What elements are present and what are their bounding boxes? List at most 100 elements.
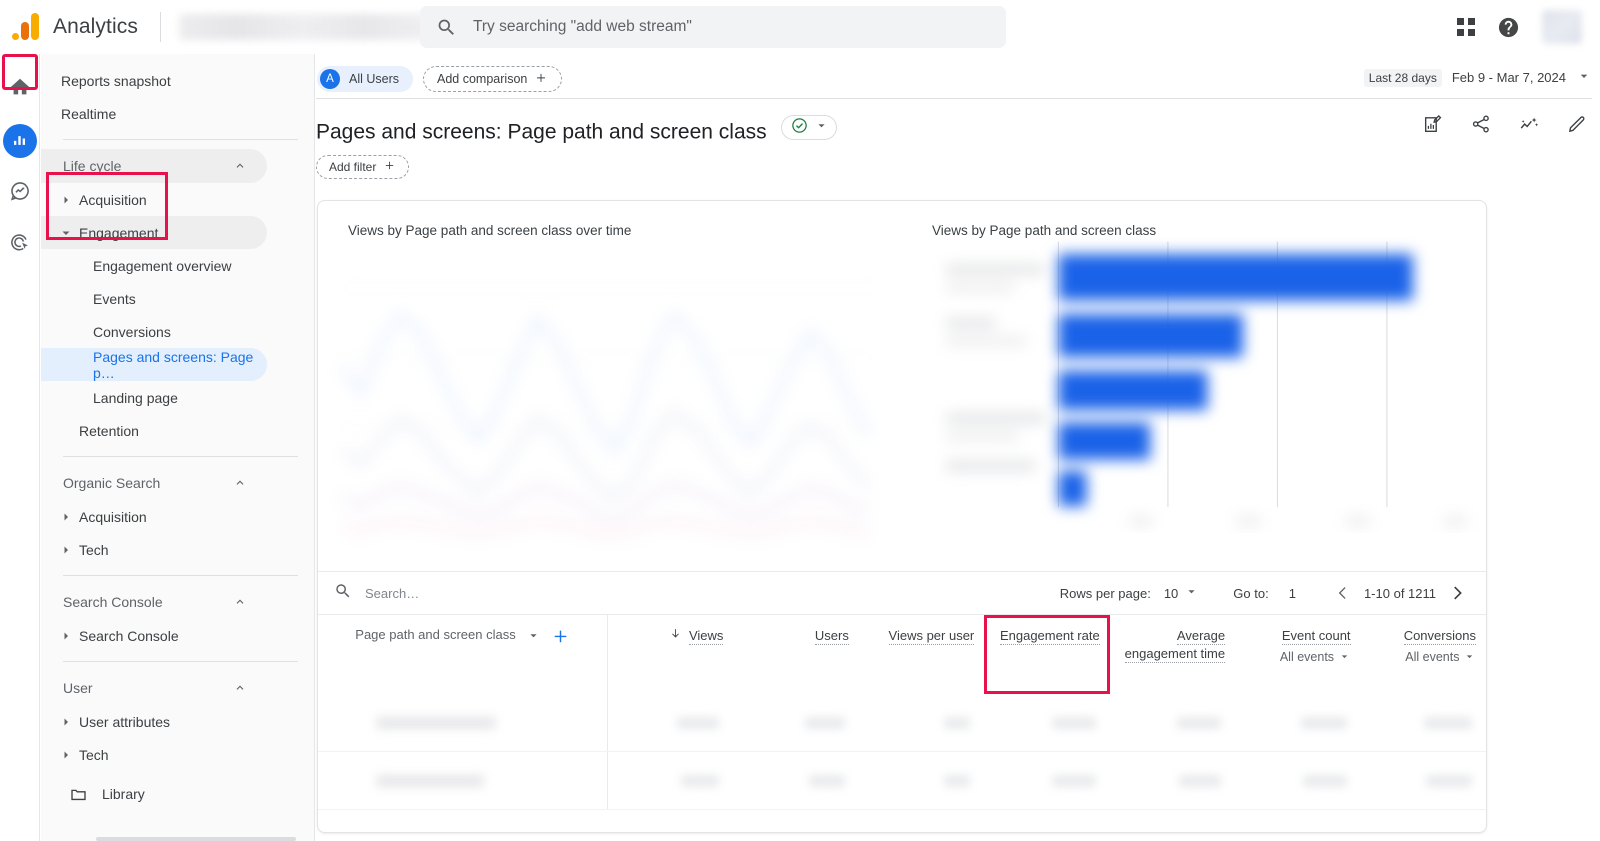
sidebar-group-label: Search Console [63, 594, 163, 610]
event-count-filter[interactable]: All events [1235, 648, 1350, 666]
rail-item-home[interactable] [3, 72, 37, 106]
page-range-text: 1-10 of 1211 [1364, 586, 1436, 601]
bar-chart-panel: Views by Page path and screen class [902, 201, 1486, 571]
bar-chart[interactable] [902, 223, 1486, 533]
sidebar-item-acquisition-lifecycle[interactable]: Acquisition [41, 183, 267, 216]
sidebar-item-reports-snapshot[interactable]: Reports snapshot [41, 64, 314, 97]
report-actions [1422, 113, 1588, 135]
global-search-input[interactable] [471, 17, 990, 37]
column-label: Views [689, 628, 723, 645]
cell-event-count [1235, 752, 1360, 809]
column-header-views-per-user[interactable]: Views per user [859, 615, 984, 694]
search-icon [436, 17, 457, 38]
sidebar-item-search-console[interactable]: Search Console [41, 619, 267, 652]
row-metrics [608, 752, 1486, 809]
property-selector[interactable] [179, 14, 437, 40]
add-dimension-button[interactable] [551, 627, 570, 647]
sidebar-item-conversions[interactable]: Conversions [41, 315, 267, 348]
sidebar-item-label: Events [93, 291, 136, 307]
table-search-input[interactable] [363, 585, 623, 602]
divider [63, 456, 298, 457]
table-toolbar: Rows per page: 10 Go to: 1 [318, 571, 1486, 614]
insights-icon[interactable] [1518, 113, 1540, 135]
global-search[interactable] [420, 6, 1006, 48]
help-circle-icon[interactable] [1497, 16, 1520, 39]
sidebar-item-label: User attributes [79, 714, 170, 730]
conversions-filter[interactable]: All events [1361, 648, 1476, 666]
comparison-bar: A All Users Add comparison Last 28 days … [316, 54, 1600, 98]
cell-users [733, 752, 858, 809]
customize-report-icon[interactable] [1422, 113, 1444, 135]
rail-item-reports[interactable] [3, 124, 37, 158]
chevron-right-icon[interactable] [1444, 580, 1470, 606]
sidebar-group-life-cycle[interactable]: Life cycle [41, 149, 267, 183]
cell-views [608, 694, 733, 751]
sidebar-item-engagement-overview[interactable]: Engagement overview [41, 249, 267, 282]
apps-grid-icon[interactable] [1457, 18, 1475, 36]
sidebar-item-user-attributes[interactable]: User attributes [41, 705, 267, 738]
sidebar-scrollbar[interactable] [96, 837, 296, 841]
cell-event-count [1235, 694, 1360, 751]
table-row[interactable] [318, 752, 1486, 810]
column-header-conversions[interactable]: Conversions All events [1361, 615, 1486, 694]
sidebar-item-tech-organic[interactable]: Tech [41, 533, 267, 566]
folder-icon [69, 785, 88, 804]
cell-avg-engagement-time [1110, 694, 1235, 751]
rail-item-explore[interactable] [3, 176, 37, 210]
line-chart-panel: Views by Page path and screen class over… [318, 201, 902, 571]
cell-views [608, 752, 733, 809]
page-title: Pages and screens: Page path and screen … [316, 121, 767, 144]
chevron-right-icon [55, 630, 77, 642]
sidebar-group-user[interactable]: User [41, 671, 267, 705]
sidebar-item-events[interactable]: Events [41, 282, 267, 315]
table-row[interactable] [318, 694, 1486, 752]
row-dimension-value [376, 717, 496, 729]
table-search[interactable] [334, 582, 623, 605]
sidebar-item-realtime[interactable]: Realtime [41, 97, 314, 130]
chevron-right-icon [55, 511, 77, 523]
add-filter-label: Add filter [329, 160, 376, 174]
metric-columns: Views Users Views per user Engagement ra… [608, 615, 1486, 694]
sidebar-group-label: Organic Search [63, 475, 160, 491]
audience-chip-all-users[interactable]: A All Users [317, 66, 413, 92]
dimension-label[interactable]: Page path and screen class [355, 627, 515, 642]
sidebar-group-organic-search[interactable]: Organic Search [41, 466, 267, 500]
share-icon[interactable] [1470, 113, 1492, 135]
sidebar-item-retention[interactable]: Retention [41, 414, 267, 447]
sidebar-item-label: Landing page [93, 390, 178, 406]
date-range-selector[interactable]: Last 28 days Feb 9 - Mar 7, 2024 [1364, 68, 1592, 87]
sidebar-item-landing-page[interactable]: Landing page [41, 381, 267, 414]
column-header-engagement-rate[interactable]: Engagement rate [984, 615, 1109, 694]
sidebar-item-label: Realtime [61, 106, 116, 122]
sidebar-item-library[interactable]: Library [41, 777, 315, 811]
column-header-views[interactable]: Views [608, 615, 733, 694]
sidebar-item-acquisition-organic[interactable]: Acquisition [41, 500, 267, 533]
line-chart[interactable] [318, 239, 902, 564]
column-label: Conversions [1404, 628, 1476, 645]
report-status-badge[interactable] [781, 115, 837, 140]
edit-pencil-icon[interactable] [1566, 113, 1588, 135]
chevron-down-icon[interactable] [526, 627, 541, 648]
avatar[interactable] [1542, 10, 1582, 44]
rail-item-advertising[interactable] [3, 228, 37, 262]
chevron-down-icon [814, 118, 829, 138]
chevron-right-icon [55, 544, 77, 556]
column-sublabel: All events [1280, 650, 1334, 665]
goto-input[interactable]: 1 [1289, 586, 1296, 601]
sidebar-item-pages-and-screens[interactable]: Pages and screens: Page p… [41, 348, 267, 381]
add-comparison-button[interactable]: Add comparison [423, 66, 562, 92]
column-header-event-count[interactable]: Event count All events [1235, 615, 1360, 694]
column-header-average-engagement-time[interactable]: Average engagement time [1110, 615, 1235, 694]
chevron-down-icon [1576, 68, 1592, 87]
sidebar-item-tech-user[interactable]: Tech [41, 738, 267, 771]
sidebar-group-search-console[interactable]: Search Console [41, 585, 267, 619]
column-header-users[interactable]: Users [733, 615, 858, 694]
chevron-left-icon[interactable] [1330, 580, 1356, 606]
sidebar-item-engagement[interactable]: Engagement [41, 216, 267, 249]
reports-navigation: Reports snapshot Realtime Life cycle Acq… [41, 54, 315, 841]
add-filter-button[interactable]: Add filter [316, 155, 409, 179]
left-icon-rail [0, 54, 40, 841]
sidebar-item-label: Reports snapshot [61, 73, 171, 89]
top-bar-actions [1457, 0, 1592, 54]
rows-per-page-select[interactable]: 10 [1164, 584, 1199, 602]
